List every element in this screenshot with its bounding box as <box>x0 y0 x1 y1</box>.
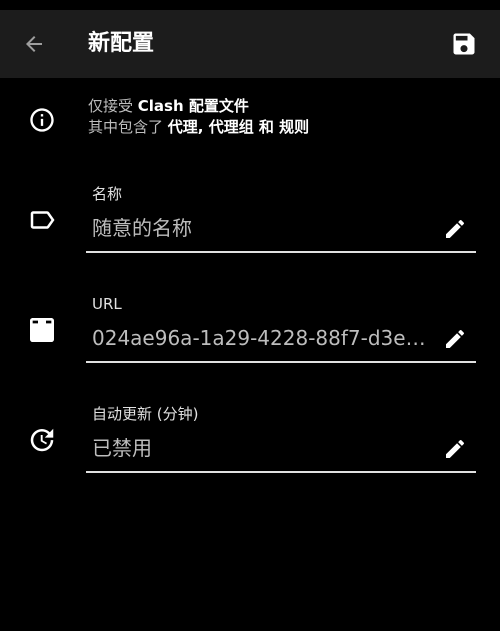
url-input[interactable]: 024ae96a-1a29-4228-88f7-d3eb… <box>92 324 437 352</box>
info-line-1: 仅接受 Clash 配置文件 <box>88 96 309 117</box>
status-bar-strip <box>0 0 500 10</box>
info-hint: 仅接受 Clash 配置文件 其中包含了 代理, 代理组 和 规则 <box>0 96 500 144</box>
save-icon <box>453 33 475 55</box>
name-underline <box>86 251 476 253</box>
pencil-icon <box>446 439 465 458</box>
url-edit-button[interactable] <box>438 322 472 356</box>
name-label: 名称 <box>92 185 123 203</box>
name-input[interactable]: 随意的名称 <box>92 214 437 242</box>
auto-update-label: 自动更新 (分钟) <box>92 405 199 423</box>
info-text: 仅接受 Clash 配置文件 其中包含了 代理, 代理组 和 规则 <box>88 96 309 138</box>
info-line-1-bold: Clash 配置文件 <box>137 97 249 115</box>
auto-update-underline <box>86 471 476 473</box>
url-label: URL <box>92 295 122 313</box>
pencil-icon <box>446 329 465 348</box>
pencil-icon <box>446 219 465 238</box>
new-profile-screen: 新配置 仅接受 Clash 配置文件 其中包含了 代理, 代理组 和 规则 名称… <box>0 0 500 631</box>
info-line-2: 其中包含了 代理, 代理组 和 规则 <box>88 117 309 138</box>
back-button[interactable] <box>12 22 56 66</box>
name-edit-button[interactable] <box>438 212 472 246</box>
save-button[interactable] <box>442 22 486 66</box>
auto-update-edit-button[interactable] <box>438 432 472 466</box>
info-line-2-prefix: 其中包含了 <box>88 118 168 136</box>
top-app-bar: 新配置 <box>0 10 500 78</box>
name-field[interactable]: 名称 随意的名称 <box>0 184 500 260</box>
info-line-1-prefix: 仅接受 <box>88 97 138 115</box>
label-tag-icon <box>24 202 60 238</box>
download-icon <box>24 312 60 348</box>
url-underline <box>86 361 476 363</box>
info-line-2-bold: 代理, 代理组 和 规则 <box>167 118 310 136</box>
info-icon <box>24 102 60 138</box>
auto-update-field[interactable]: 自动更新 (分钟) 已禁用 <box>0 404 500 480</box>
arrow-back-icon <box>26 36 42 52</box>
auto-update-input[interactable]: 已禁用 <box>92 434 437 462</box>
page-title: 新配置 <box>88 31 155 56</box>
update-clock-icon <box>24 422 60 458</box>
url-field[interactable]: URL 024ae96a-1a29-4228-88f7-d3eb… <box>0 294 500 370</box>
